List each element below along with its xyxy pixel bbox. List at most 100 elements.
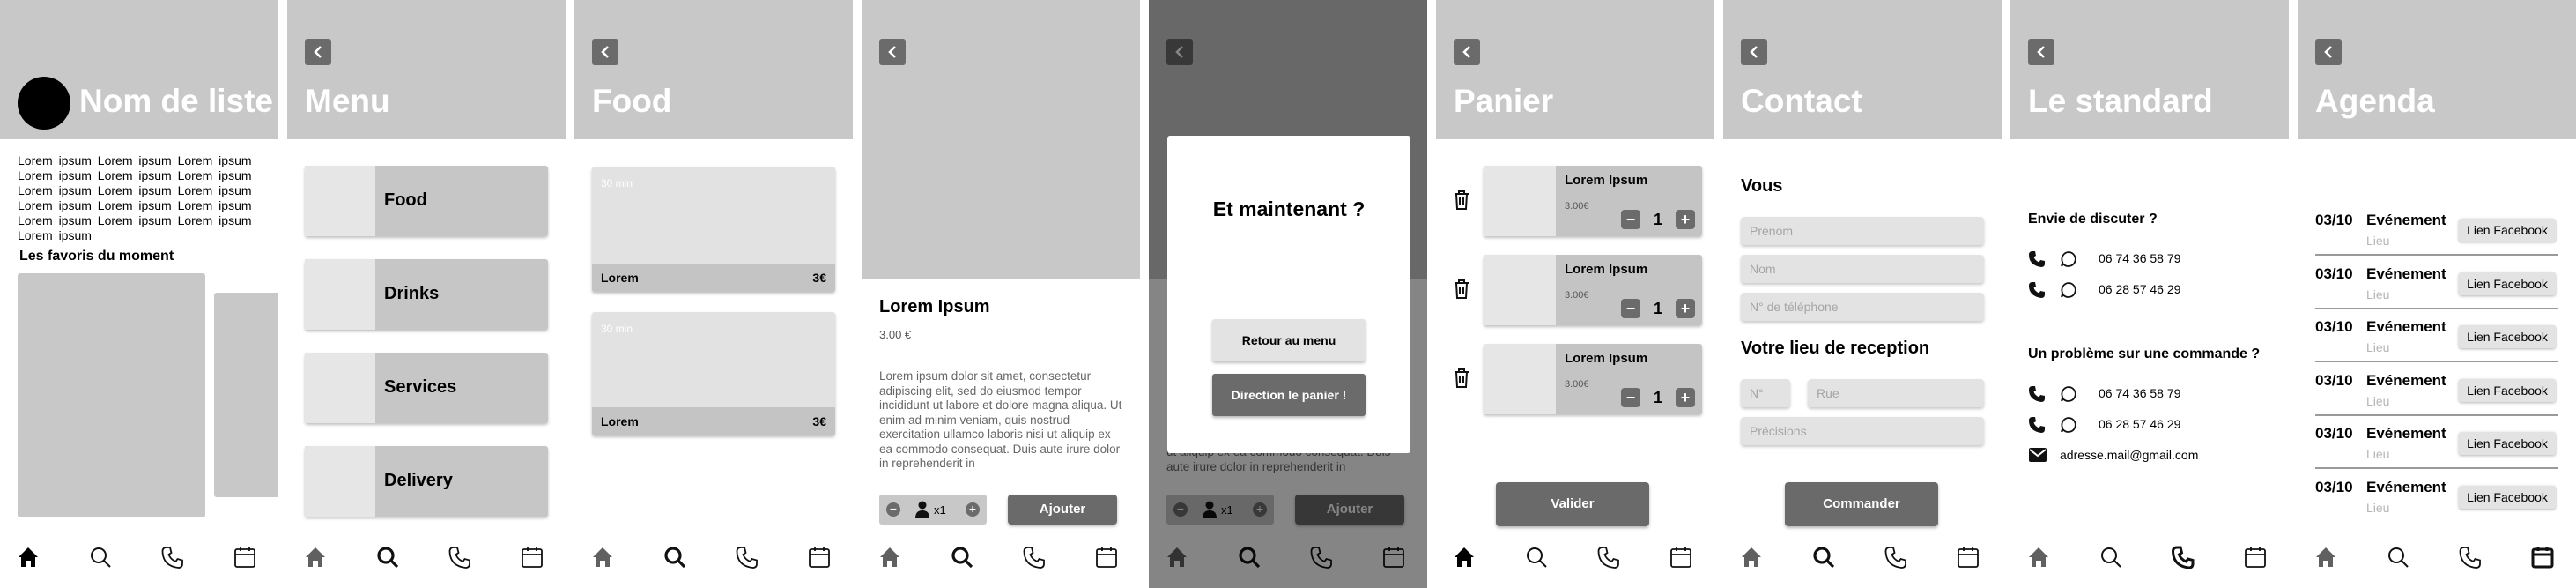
back-button[interactable] [1741,39,1767,65]
calendar-icon[interactable] [1666,542,1696,572]
minus-button[interactable]: − [1621,210,1640,229]
email-text: adresse.mail@gmail.com [2060,448,2199,462]
menu-item-services[interactable]: Services [305,353,548,423]
phone-icon[interactable] [732,542,762,572]
row-divider [2315,467,2558,469]
phone-icon[interactable] [445,542,475,572]
back-button[interactable] [1454,39,1480,65]
phone-icon[interactable] [1594,542,1624,572]
search-icon[interactable] [947,542,977,572]
back-button[interactable] [2028,39,2054,65]
phone-line[interactable]: 06 28 57 46 29 [2028,279,2275,301]
tab-bar [2010,533,2289,582]
search-icon[interactable] [2383,542,2413,572]
add-button[interactable]: Ajouter [1008,495,1117,525]
phone-field[interactable]: N° de téléphone [1741,293,1984,321]
food-item[interactable]: 30 min Lorem 3€ [592,167,835,292]
firstname-field[interactable]: Prénom [1741,217,1984,245]
menu-item-label: Food [384,190,427,210]
search-icon[interactable] [2096,542,2126,572]
facebook-link-button[interactable]: Lien Facebook [2459,272,2556,295]
calendar-icon[interactable] [2240,542,2270,572]
cart-item-price: 3.00€ [1565,379,1589,390]
details-field[interactable]: Précisions [1741,417,1984,445]
chat-icon[interactable] [2060,385,2077,406]
menu-item-food[interactable]: Food [305,166,548,236]
plus-button[interactable]: + [1676,210,1695,229]
minus-button[interactable]: − [1621,299,1640,318]
validate-button[interactable]: Valider [1496,482,1649,526]
event-name: Evénement [2366,264,2446,282]
event-date: 03/10 [2315,264,2353,282]
facebook-link-button[interactable]: Lien Facebook [2459,219,2556,242]
order-button[interactable]: Commander [1785,482,1938,526]
phone-icon[interactable] [2455,542,2485,572]
trash-icon[interactable] [1452,190,1471,211]
calendar-icon[interactable] [804,542,834,572]
street-number-field[interactable]: N° [1741,379,1790,407]
email-line[interactable]: adresse.mail@gmail.com [2028,445,2275,466]
phone-line[interactable]: 06 74 36 58 79 [2028,249,2275,270]
home-icon[interactable] [1449,542,1479,572]
back-button[interactable] [305,39,331,65]
back-to-menu-button[interactable]: Retour au menu [1212,319,1366,361]
calendar-icon[interactable] [1092,542,1121,572]
plus-button[interactable]: + [966,502,980,517]
favorite-card[interactable] [18,273,205,517]
phone-icon[interactable] [2168,542,2198,572]
facebook-link-button[interactable]: Lien Facebook [2459,325,2556,348]
back-button[interactable] [2315,39,2342,65]
home-icon[interactable] [2024,542,2054,572]
cart-item-image [1484,255,1556,325]
minus-button[interactable]: − [886,502,900,517]
name-field[interactable]: Nom [1741,255,1984,283]
minus-button[interactable]: − [1621,388,1640,407]
calendar-icon[interactable] [230,542,260,572]
back-button[interactable] [879,39,906,65]
plus-button[interactable]: + [1676,388,1695,407]
menu-item-image [305,259,375,330]
go-to-cart-button[interactable]: Direction le panier ! [1212,374,1366,416]
page-title: Agenda [2315,83,2435,119]
home-icon[interactable] [2311,542,2341,572]
search-icon[interactable] [660,542,690,572]
page-title: Food [592,83,672,119]
facebook-link-button[interactable]: Lien Facebook [2459,432,2556,455]
home-icon[interactable] [875,542,905,572]
avatar[interactable] [18,77,70,130]
trash-icon[interactable] [1452,368,1471,389]
calendar-icon[interactable] [2528,542,2557,572]
phone-number: 06 28 57 46 29 [2099,282,2181,296]
facebook-link-button[interactable]: Lien Facebook [2459,485,2556,509]
chat-icon[interactable] [2060,250,2077,271]
search-icon[interactable] [85,542,115,572]
home-icon[interactable] [588,542,618,572]
favorite-card[interactable] [214,293,278,497]
street-field[interactable]: Rue [1808,379,1984,407]
phone-icon[interactable] [1019,542,1049,572]
food-item[interactable]: 30 min Lorem 3€ [592,312,835,435]
search-icon[interactable] [373,542,403,572]
trash-icon[interactable] [1452,279,1471,300]
calendar-icon[interactable] [1953,542,1983,572]
menu-item-drinks[interactable]: Drinks [305,259,548,330]
cart-item: Lorem Ipsum 3.00€ −1 + [1484,344,1702,414]
food-price: 3€ [812,414,826,428]
home-icon[interactable] [300,542,330,572]
phone-icon[interactable] [158,542,188,572]
calendar-icon[interactable] [517,542,547,572]
search-icon[interactable] [1521,542,1551,572]
search-icon[interactable] [1809,542,1839,572]
phone-icon[interactable] [1881,542,1911,572]
menu-item-delivery[interactable]: Delivery [305,446,548,517]
back-button[interactable] [592,39,618,65]
chat-icon[interactable] [2060,416,2077,436]
tab-bar [574,533,853,582]
plus-button[interactable]: + [1676,299,1695,318]
home-icon[interactable] [1736,542,1766,572]
chat-icon[interactable] [2060,281,2077,301]
phone-line[interactable]: 06 74 36 58 79 [2028,383,2275,405]
home-icon[interactable] [13,542,43,572]
facebook-link-button[interactable]: Lien Facebook [2459,378,2556,402]
phone-line[interactable]: 06 28 57 46 29 [2028,414,2275,435]
